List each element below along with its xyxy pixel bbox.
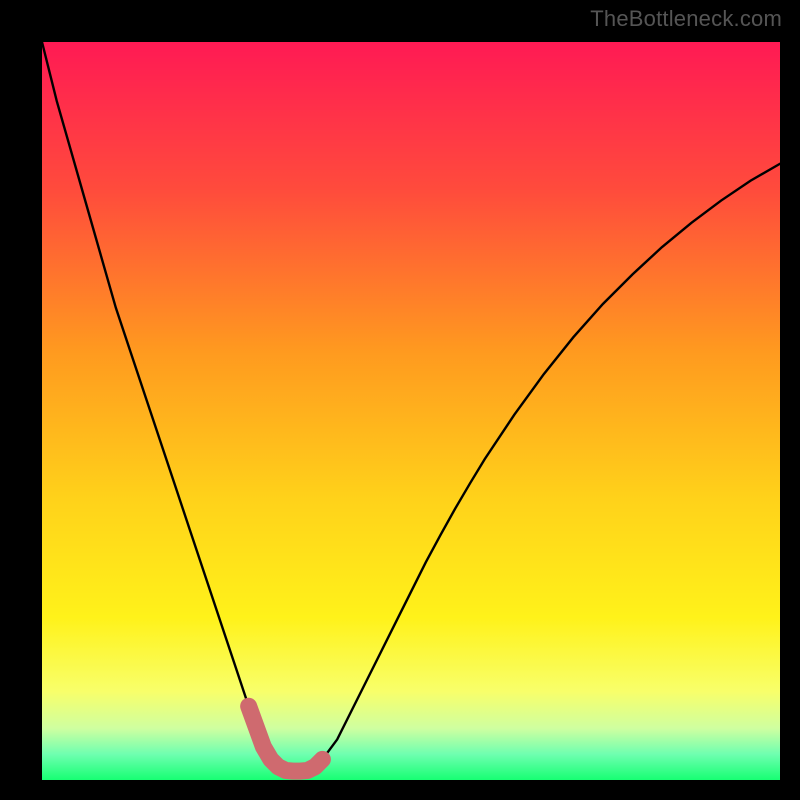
chart-frame: TheBottleneck.com xyxy=(0,0,800,800)
bottleneck-chart xyxy=(0,0,800,800)
plot-background xyxy=(42,42,780,780)
watermark-text: TheBottleneck.com xyxy=(590,6,782,32)
